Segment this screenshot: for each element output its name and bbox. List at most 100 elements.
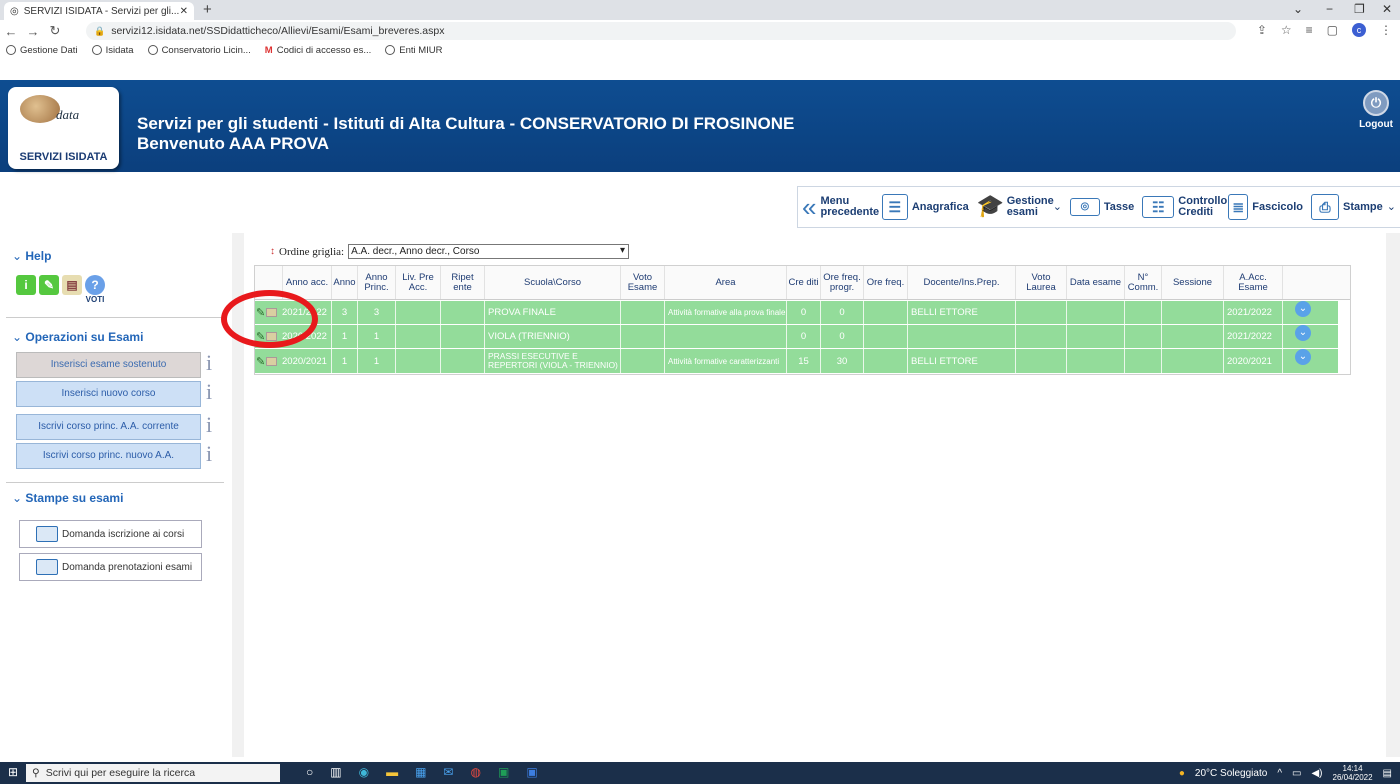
chevron-down-icon: ⌄ (12, 249, 26, 263)
divider (6, 482, 224, 483)
back-icon[interactable]: ← (0, 24, 22, 39)
network-icon[interactable]: ▭ (1292, 768, 1301, 779)
sort-icon: ↕ (270, 246, 275, 257)
logout-label: Logout (1359, 119, 1393, 130)
new-tab-button[interactable]: + (203, 1, 212, 18)
reload-icon[interactable]: ↻ (44, 23, 66, 39)
column-header[interactable]: Sessione (1162, 266, 1224, 299)
close-window-icon[interactable]: ✕ (1382, 2, 1392, 16)
edge-icon[interactable]: ◉ (359, 765, 369, 779)
mail-icon[interactable]: ✉ (443, 765, 453, 779)
bookmark-item[interactable]: Isidata (91, 45, 134, 56)
column-header[interactable]: A.Acc. Esame (1224, 266, 1283, 299)
bookmark-item[interactable]: Gestione Dati (6, 45, 78, 56)
domanda-iscrizione-button[interactable]: Domanda iscrizione ai corsi (19, 520, 202, 548)
menu-icon[interactable]: ⋮ (1380, 23, 1392, 37)
share-icon[interactable]: ⇪ (1257, 23, 1267, 37)
cell-anno-princ: 3 (358, 301, 396, 324)
column-header[interactable]: Ore freq. progr. (821, 266, 864, 299)
chrome-icon[interactable]: ◍ (470, 765, 480, 779)
info-icon[interactable]: i (206, 352, 212, 374)
info-icon[interactable]: i (206, 443, 212, 465)
iscrivi-corso-corrente-button[interactable]: Iscrivi corso princ. A.A. corrente (16, 414, 201, 440)
fascicolo-button[interactable]: ≣ Fascicolo (1224, 187, 1307, 227)
column-header[interactable]: Voto Esame (621, 266, 665, 299)
taskbar-clock[interactable]: 14:14 26/04/2022 (1333, 764, 1373, 782)
gestione-esami-button[interactable]: 🎓 Gestione esami ⌄ (973, 187, 1066, 227)
expand-row-icon[interactable]: ⌄ (1295, 325, 1311, 341)
task-view-icon[interactable]: ○ (306, 765, 313, 779)
notes-icon[interactable]: ▤ (62, 275, 82, 295)
excel-icon[interactable]: ▣ (498, 765, 509, 779)
anagrafica-button[interactable]: ☰ Anagrafica (878, 187, 973, 227)
tasse-button[interactable]: ◎ Tasse (1066, 187, 1138, 227)
table-row[interactable]: ✎ 2020/2022 1 1 VIOLA (TRIENNIO) 0 0 202… (255, 325, 1338, 349)
bookmark-item[interactable]: Enti MIUR (385, 45, 443, 56)
minimize-icon[interactable]: − (1326, 2, 1333, 16)
operazioni-section-header[interactable]: ⌄ Operazioni su Esami (0, 330, 143, 344)
column-header[interactable]: Anno (332, 266, 358, 299)
expand-row-icon[interactable]: ⌄ (1295, 349, 1311, 365)
file-explorer-icon[interactable]: ▬ (386, 765, 398, 779)
column-header[interactable]: Ripet ente (441, 266, 485, 299)
bookmarks-bar: Gestione Dati Isidata Conservatorio Lici… (0, 42, 443, 58)
isidata-logo: data SERVIZI ISIDATA (8, 87, 119, 169)
tray-chevron-icon[interactable]: ^ (1277, 768, 1282, 779)
table-row[interactable]: ✎ 2020/2021 1 1 PRASSI ESECUTIVE E REPER… (255, 349, 1338, 374)
word-icon[interactable]: ▣ (526, 765, 537, 779)
reading-list-icon[interactable]: ≡ (1306, 23, 1313, 37)
column-header[interactable]: Liv. Pre Acc. (396, 266, 441, 299)
info-icon[interactable]: i (16, 275, 36, 295)
column-header[interactable]: Anno Princ. (358, 266, 396, 299)
column-header[interactable]: Docente/Ins.Prep. (908, 266, 1016, 299)
star-icon[interactable]: ☆ (1281, 23, 1292, 37)
store-icon[interactable]: ▦ (415, 765, 426, 779)
windows-start-icon[interactable]: ⊞ (8, 765, 18, 779)
page-scrollbar[interactable] (1386, 233, 1400, 757)
notifications-icon[interactable]: ▤ (1383, 768, 1392, 779)
book-icon[interactable] (266, 356, 278, 366)
menu-precedente-button[interactable]: « Menu precedente (798, 187, 879, 227)
expand-row-icon[interactable]: ⌄ (1295, 301, 1311, 317)
cell-sessione (1162, 325, 1224, 348)
domanda-prenotazioni-button[interactable]: Domanda prenotazioni esami (19, 553, 202, 581)
column-header[interactable]: Scuola\Corso (485, 266, 621, 299)
column-header[interactable]: Area (665, 266, 787, 299)
voti-help[interactable]: ? VOTI (85, 275, 105, 304)
iscrivi-corso-nuovo-button[interactable]: Iscrivi corso princ. nuovo A.A. (16, 443, 201, 469)
sidepanel-icon[interactable]: ▢ (1327, 23, 1338, 37)
forward-icon[interactable]: → (22, 24, 44, 39)
cell-anno-princ: 1 (358, 325, 396, 348)
windows-taskbar: ⊞ ⚲ Scrivi qui per eseguire la ricerca ○… (0, 762, 1400, 784)
restore-icon[interactable]: ❐ (1354, 2, 1365, 16)
column-header[interactable]: Ore freq. (864, 266, 908, 299)
logout-button[interactable]: ⏻ Logout (1356, 90, 1396, 130)
taskbar-search[interactable]: ⚲ Scrivi qui per eseguire la ricerca (26, 764, 280, 782)
inserisci-corso-button[interactable]: Inserisci nuovo corso (16, 381, 201, 407)
close-tab-icon[interactable]: ✕ (180, 6, 188, 17)
column-header[interactable]: Data esame (1067, 266, 1125, 299)
controllo-crediti-button[interactable]: ☷ Controllo Crediti (1138, 187, 1227, 227)
info-icon[interactable]: i (206, 414, 212, 436)
chevron-down-icon[interactable]: ⌄ (1293, 2, 1303, 16)
column-header[interactable]: N° Comm. (1125, 266, 1162, 299)
stampe-section-header[interactable]: ⌄ Stampe su esami (0, 491, 123, 505)
column-header[interactable]: Voto Laurea (1016, 266, 1067, 299)
profile-avatar[interactable]: c (1352, 23, 1366, 37)
column-header[interactable]: Cre diti (787, 266, 821, 299)
browser-tab[interactable]: ◎ SERVIZI ISIDATA - Servizi per gli... ✕ (4, 2, 194, 20)
order-select[interactable]: A.A. decr., Anno decr., Corso (348, 244, 630, 259)
edit-icon[interactable]: ✎ (256, 355, 265, 368)
pencil-icon[interactable]: ✎ (39, 275, 59, 295)
address-bar[interactable]: 🔒 servizi12.isidata.net/SSDidatticheco/A… (86, 22, 1236, 40)
info-icon[interactable]: i (206, 381, 212, 403)
widgets-icon[interactable]: ▥ (330, 765, 341, 779)
inserisci-esame-button[interactable]: Inserisci esame sostenuto (16, 352, 201, 378)
stampe-button[interactable]: ⎙ Stampe ⌄ (1307, 187, 1400, 227)
table-row[interactable]: ✎ 2021/2022 3 3 PROVA FINALE Attività fo… (255, 301, 1338, 325)
weather-label[interactable]: 20°C Soleggiato (1195, 768, 1267, 779)
volume-icon[interactable]: ◀) (1311, 768, 1322, 779)
help-section-header[interactable]: ⌄ Help (0, 249, 51, 263)
bookmark-item[interactable]: Conservatorio Licin... (147, 45, 251, 56)
bookmark-item[interactable]: M Codici di accesso es... (265, 45, 371, 56)
